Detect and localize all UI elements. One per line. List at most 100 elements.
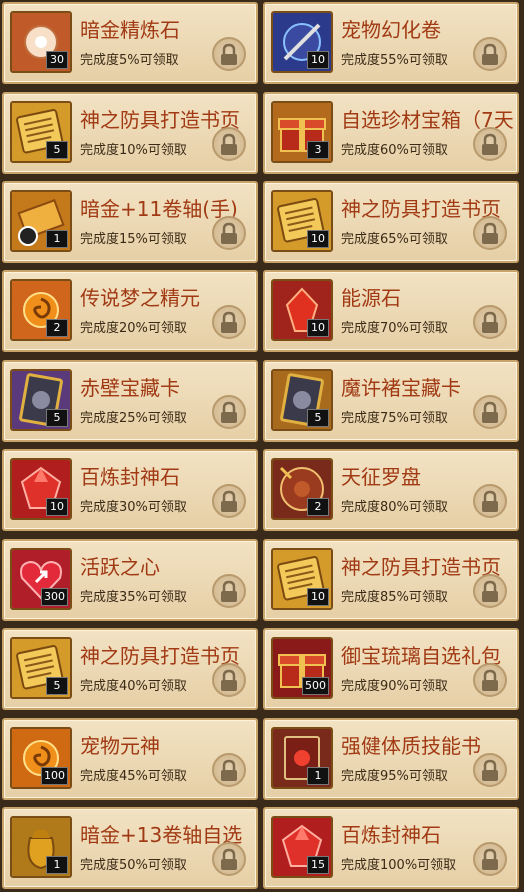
lock-icon[interactable] (212, 842, 246, 876)
book-page-icon[interactable]: 10 (271, 190, 333, 252)
lock-icon[interactable] (473, 37, 507, 71)
treasure-chest-icon[interactable]: 3 (271, 101, 333, 163)
item-quantity: 5 (46, 677, 68, 695)
treasure-card-icon[interactable]: 5 (10, 369, 72, 431)
progress-requirement: 完成度70%可领取 (341, 321, 448, 336)
reward-card[interactable]: 2 天征罗盘 完成度80%可领取 (263, 449, 519, 531)
item-name: 暗金精炼石 (80, 18, 180, 42)
reward-card[interactable]: 10 神之防具打造书页完成度65%可领取 (263, 181, 519, 263)
item-name: 宠物元神 (80, 734, 160, 758)
lock-icon[interactable] (212, 663, 246, 697)
progress-requirement: 完成度45%可领取 (80, 769, 187, 784)
book-page-icon[interactable]: 5 (10, 637, 72, 699)
reward-card[interactable]: 1 强健体质技能书 完成度95%可领取 (263, 718, 519, 800)
item-name: 神之防具打造书页 (80, 108, 240, 132)
treasure-card-icon[interactable]: 5 (271, 369, 333, 431)
skill-book-icon[interactable]: 1 (271, 727, 333, 789)
lock-icon[interactable] (212, 216, 246, 250)
reward-card[interactable]: 10 宠物幻化卷 完成度55%可领取 (263, 2, 519, 84)
reward-card[interactable]: 10 神之防具打造书页完成度85%可领取 (263, 539, 519, 621)
item-quantity: 1 (46, 856, 68, 874)
progress-requirement: 完成度50%可领取 (80, 858, 187, 873)
reward-card[interactable]: 5 赤壁宝藏卡完成度25%可领取 (2, 360, 258, 442)
item-name: 御宝琉璃自选礼包 (341, 644, 501, 668)
gift-box-icon[interactable]: 500 (271, 637, 333, 699)
reward-card[interactable]: 3 自选珍材宝箱（7天 完成度60%可领取 (263, 92, 519, 174)
heart-icon[interactable]: 300 (10, 548, 72, 610)
reward-card[interactable]: 1 暗金+13卷轴自选完成度50%可领取 (2, 807, 258, 889)
progress-requirement: 完成度5%可领取 (80, 53, 179, 68)
scroll-icon[interactable]: 1 (10, 190, 72, 252)
lock-icon[interactable] (473, 842, 507, 876)
item-quantity: 5 (46, 141, 68, 159)
item-quantity: 10 (46, 498, 68, 516)
reward-card[interactable]: 2 传说梦之精元 完成度20%可领取 (2, 270, 258, 352)
lock-icon[interactable] (212, 127, 246, 161)
red-gem-icon[interactable]: 10 (10, 458, 72, 520)
compass-icon[interactable]: 2 (271, 458, 333, 520)
reward-card[interactable]: 500 御宝琉璃自选礼包 完成度90%可领取 (263, 628, 519, 710)
item-name: 神之防具打造书页 (80, 644, 240, 668)
item-quantity: 10 (307, 230, 329, 248)
item-quantity: 5 (46, 409, 68, 427)
progress-requirement: 完成度25%可领取 (80, 411, 187, 426)
progress-requirement: 完成度65%可领取 (341, 232, 448, 247)
progress-requirement: 完成度35%可领取 (80, 590, 187, 605)
item-name: 百炼封神石 (341, 823, 441, 847)
reward-card[interactable]: 10 能源石 完成度70%可领取 (263, 270, 519, 352)
item-name: 百炼封神石 (80, 465, 180, 489)
reward-card[interactable]: 15 百炼封神石 完成度100%可领取 (263, 807, 519, 889)
lock-icon[interactable] (212, 753, 246, 787)
lock-icon[interactable] (473, 395, 507, 429)
energy-stone-icon[interactable]: 10 (271, 279, 333, 341)
item-quantity: 30 (46, 51, 68, 69)
item-name: 魔许褚宝藏卡 (341, 376, 461, 400)
flower-stone-icon[interactable]: 30 (10, 11, 72, 73)
progress-requirement: 完成度95%可领取 (341, 769, 448, 784)
progress-requirement: 完成度80%可领取 (341, 500, 448, 515)
lock-icon[interactable] (473, 127, 507, 161)
reward-card[interactable]: 1 暗金+11卷轴(手) 完成度15%可领取 (2, 181, 258, 263)
red-gem-icon[interactable]: 15 (271, 816, 333, 878)
sword-orb-icon[interactable]: 10 (271, 11, 333, 73)
item-quantity: 500 (302, 677, 329, 695)
item-name: 宠物幻化卷 (341, 18, 441, 42)
lock-icon[interactable] (212, 484, 246, 518)
lock-icon[interactable] (212, 395, 246, 429)
item-quantity: 100 (41, 767, 68, 785)
lock-icon[interactable] (473, 216, 507, 250)
lock-icon[interactable] (473, 663, 507, 697)
lock-icon[interactable] (212, 574, 246, 608)
item-quantity: 1 (307, 767, 329, 785)
progress-requirement: 完成度40%可领取 (80, 679, 187, 694)
lock-icon[interactable] (473, 484, 507, 518)
item-quantity: 2 (46, 319, 68, 337)
item-name: 神之防具打造书页 (341, 555, 501, 579)
item-quantity: 10 (307, 588, 329, 606)
reward-card[interactable]: 30 暗金精炼石完成度5%可领取 (2, 2, 258, 84)
lock-icon[interactable] (473, 305, 507, 339)
book-page-icon[interactable]: 10 (271, 548, 333, 610)
reward-card[interactable]: 10 百炼封神石完成度30%可领取 (2, 449, 258, 531)
progress-requirement: 完成度85%可领取 (341, 590, 448, 605)
reward-card[interactable]: 5 魔许褚宝藏卡 完成度75%可领取 (263, 360, 519, 442)
lock-icon[interactable] (473, 753, 507, 787)
flame-orb-icon[interactable]: 100 (10, 727, 72, 789)
book-page-icon[interactable]: 5 (10, 101, 72, 163)
reward-card[interactable]: 300 活跃之心 完成度35%可领取 (2, 539, 258, 621)
item-name: 暗金+11卷轴(手) (80, 197, 238, 221)
lock-icon[interactable] (212, 305, 246, 339)
item-name: 神之防具打造书页 (341, 197, 501, 221)
progress-requirement: 完成度30%可领取 (80, 500, 187, 515)
progress-requirement: 完成度60%可领取 (341, 143, 448, 158)
gold-bag-icon[interactable]: 1 (10, 816, 72, 878)
lock-icon[interactable] (212, 37, 246, 71)
spiral-orb-icon[interactable]: 2 (10, 279, 72, 341)
reward-card[interactable]: 100 宠物元神完成度45%可领取 (2, 718, 258, 800)
lock-icon[interactable] (473, 574, 507, 608)
reward-card[interactable]: 5 神之防具打造书页 完成度10%可领取 (2, 92, 258, 174)
item-name: 暗金+13卷轴自选 (80, 823, 243, 847)
item-name: 赤壁宝藏卡 (80, 376, 180, 400)
reward-card[interactable]: 5 神之防具打造书页完成度40%可领取 (2, 628, 258, 710)
progress-requirement: 完成度20%可领取 (80, 321, 187, 336)
